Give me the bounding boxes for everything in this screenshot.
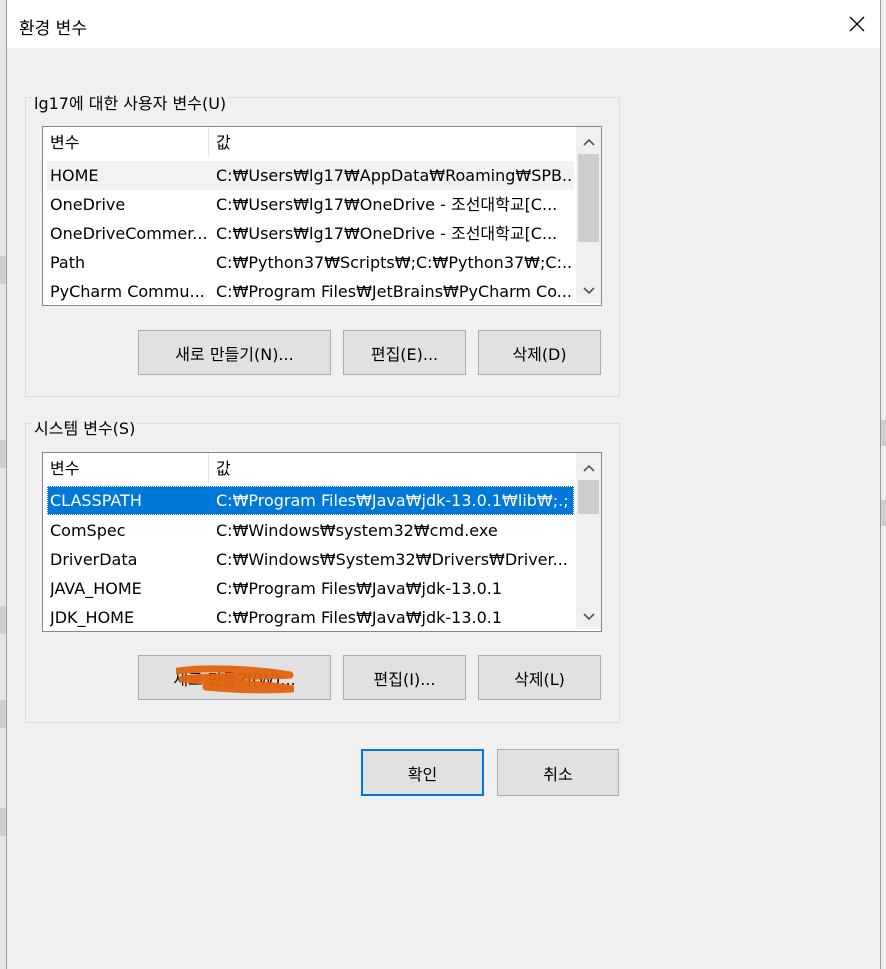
variable-name: OneDrive [50, 195, 126, 214]
variable-value: C:₩Program Files₩Java₩jdk-13.0.1 [216, 579, 503, 598]
table-row[interactable]: DriverData C:₩Windows₩System32₩Drivers₩D… [47, 545, 574, 574]
table-row[interactable]: JDK_HOME C:₩Program Files₩Java₩jdk-13.0.… [47, 603, 574, 631]
variable-name: JDK_HOME [50, 608, 135, 627]
table-row[interactable]: PyCharm Commu... C:₩Program Files₩JetBra… [47, 277, 574, 305]
user-edit-button[interactable]: 편집(E)... [343, 330, 466, 375]
variable-value: C:₩Users₩lg17₩AppData₩Roaming₩SPB... [216, 166, 572, 185]
variable-value: C:₩Program Files₩Java₩jdk-13.0.1₩lib₩;.; [216, 491, 569, 510]
user-variables-list[interactable]: 변수 값 HOME C:₩Users₩lg17₩AppData₩Roaming₩… [42, 126, 602, 306]
system-variables-label: 시스템 변수(S) [32, 415, 138, 439]
system-variables-list[interactable]: 변수 값 CLASSPATH C:₩Program Files₩Java₩jdk… [42, 452, 602, 632]
system-edit-button[interactable]: 편집(I)... [343, 655, 466, 700]
scroll-down-button[interactable] [576, 278, 601, 303]
scrollbar-thumb[interactable] [578, 480, 599, 514]
column-header-variable[interactable]: 변수 [43, 453, 209, 483]
chevron-down-icon [582, 286, 595, 294]
column-header-variable[interactable]: 변수 [43, 127, 209, 157]
table-row[interactable]: HOME C:₩Users₩lg17₩AppData₩Roaming₩SPB..… [47, 161, 574, 190]
user-new-button[interactable]: 새로 만들기(N)... [138, 330, 331, 375]
variable-value: C:₩Windows₩system32₩cmd.exe [216, 521, 498, 540]
title-bar: 환경 변수 [7, 0, 880, 48]
variable-name: Path [50, 253, 86, 272]
variable-value: C:₩Users₩lg17₩OneDrive - 조선대학교[C... [216, 224, 558, 243]
scroll-up-button[interactable] [576, 129, 601, 154]
close-icon [849, 16, 865, 32]
system-new-button[interactable]: 새로 만들기(W)... [138, 655, 331, 700]
table-row[interactable]: ComSpec C:₩Windows₩system32₩cmd.exe [47, 516, 574, 545]
close-button[interactable] [834, 0, 880, 48]
table-row[interactable]: Path C:₩Python37₩Scripts₩;C:₩Python37₩;C… [47, 248, 574, 277]
system-delete-button[interactable]: 삭제(L) [478, 655, 601, 700]
window-title: 환경 변수 [19, 19, 87, 39]
table-row[interactable]: JAVA_HOME C:₩Program Files₩Java₩jdk-13.0… [47, 574, 574, 603]
table-row[interactable]: OneDriveCommer... C:₩Users₩lg17₩OneDrive… [47, 219, 574, 248]
table-row[interactable]: OneDrive C:₩Users₩lg17₩OneDrive - 조선대학교[… [47, 190, 574, 219]
environment-variables-dialog: 환경 변수 lg17에 대한 사용자 변수(U) 변수 값 HOME C:₩Us… [6, 0, 881, 969]
user-delete-button[interactable]: 삭제(D) [478, 330, 601, 375]
cancel-button[interactable]: 취소 [497, 749, 619, 796]
variable-name: PyCharm Commu... [50, 282, 205, 301]
variable-name: DriverData [50, 550, 138, 569]
variable-value: C:₩Windows₩System32₩Drivers₩Driver... [216, 550, 568, 569]
user-variables-label: lg17에 대한 사용자 변수(U) [32, 90, 229, 114]
column-header-value[interactable]: 값 [209, 453, 576, 483]
variable-name: CLASSPATH [50, 491, 142, 510]
list-header: 변수 값 [43, 127, 574, 157]
column-header-value[interactable]: 값 [209, 127, 576, 157]
scroll-up-button[interactable] [576, 455, 601, 480]
list-header: 변수 값 [43, 453, 574, 483]
scrollbar-thumb[interactable] [578, 154, 599, 242]
variable-name: ComSpec [50, 521, 126, 540]
variable-value: C:₩Program Files₩Java₩jdk-13.0.1 [216, 608, 503, 627]
variable-value: C:₩Python37₩Scripts₩;C:₩Python37₩;C:... [216, 253, 572, 272]
ok-button[interactable]: 확인 [361, 749, 484, 796]
scroll-down-button[interactable] [576, 604, 601, 629]
vertical-scrollbar[interactable] [576, 127, 601, 303]
variable-name: JAVA_HOME [50, 579, 142, 598]
chevron-up-icon [582, 138, 595, 146]
variable-value: C:₩Users₩lg17₩OneDrive - 조선대학교[C... [216, 195, 558, 214]
chevron-up-icon [582, 464, 595, 472]
variable-name: HOME [50, 166, 99, 185]
variable-name: OneDriveCommer... [50, 224, 208, 243]
table-row-selected[interactable]: CLASSPATH C:₩Program Files₩Java₩jdk-13.0… [47, 486, 574, 515]
vertical-scrollbar[interactable] [576, 453, 601, 629]
chevron-down-icon [582, 612, 595, 620]
variable-value: C:₩Program Files₩JetBrains₩PyCharm Co... [216, 282, 572, 301]
